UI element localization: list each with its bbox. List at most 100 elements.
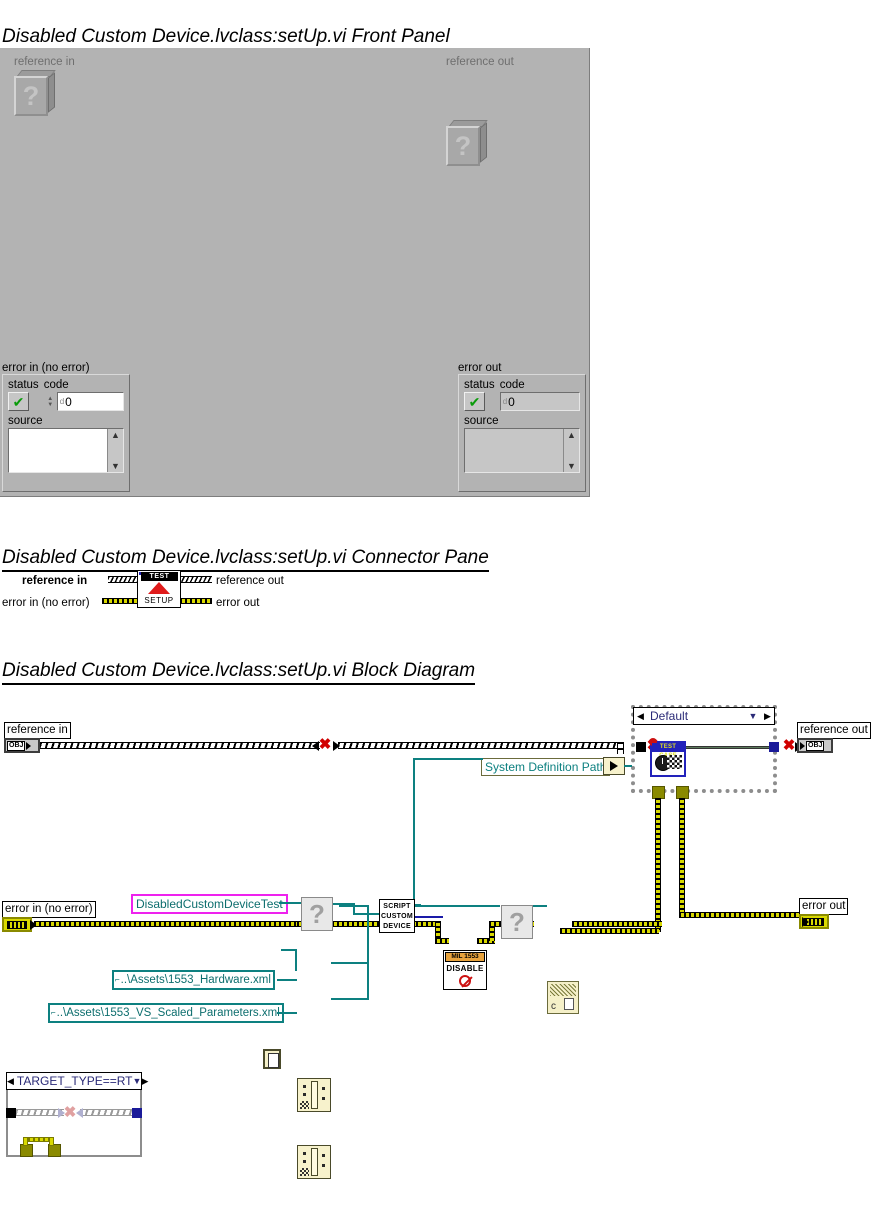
code-digital-glyph: d (59, 397, 65, 406)
bd-bundle-node-2[interactable] (297, 1145, 331, 1179)
bundle-dot (303, 1152, 306, 1155)
error-in-code-spinner[interactable]: ▲ ▼ (44, 392, 57, 411)
error-out-source-label: source (464, 415, 499, 427)
cond-dropdown-arrow-icon[interactable]: ▼ (133, 1076, 142, 1086)
connector-pane-section-title: Disabled Custom Device.lvclass:setUp.vi … (2, 547, 489, 572)
bd-placeholder-subvi-1[interactable]: ? (301, 897, 333, 931)
bd-bundle-wire-1 (331, 962, 369, 964)
cond-prev-arrow-icon[interactable]: ◀ (7, 1076, 14, 1087)
bd-case-selector[interactable]: ◀ Default ▼ ▶ (633, 707, 775, 725)
error-in-code-field[interactable]: d 0 (56, 392, 124, 411)
bd-path-wire-1 (277, 979, 297, 981)
bd-case-input-tunnel[interactable] (636, 742, 646, 752)
bundle-dot (322, 1154, 325, 1157)
connector-pane-canvas: reference in reference out error in (no … (0, 570, 420, 617)
bd-reference-in-label: reference in (4, 722, 71, 739)
test-case-header-label: TEST CASE (652, 743, 684, 759)
cp-error-in-label: error in (no error) (2, 597, 90, 609)
case-dropdown-arrow-icon[interactable]: ▼ (745, 711, 761, 721)
fp-reference-out-label: reference out (446, 56, 514, 68)
path-glyph-icon: ⌐ (51, 1008, 56, 1017)
file-node-letter: c (551, 1001, 556, 1012)
error-out-status-led: ✔ (464, 392, 485, 411)
bd-object-wire-drop (617, 742, 624, 754)
cp-reference-in-label: reference in (22, 575, 88, 587)
bd-object-wire-2 (338, 742, 621, 749)
bd-property-node[interactable] (603, 757, 625, 775)
case-prev-arrow-icon[interactable]: ◀ (634, 711, 647, 722)
refnum-question-glyph: ? (454, 130, 472, 161)
fp-reference-out-refnum[interactable]: ? (446, 118, 490, 168)
cp-error-in-wire (102, 598, 138, 604)
bd-build-path-node[interactable] (263, 1049, 281, 1069)
cube-side-face (480, 122, 487, 163)
bd-conditional-disable-selector[interactable]: ◀ TARGET_TYPE==RT ▼ ▶ (6, 1072, 148, 1090)
bd-reference-in-terminal[interactable]: OBJ (4, 738, 40, 753)
bd-error-wire-v2 (679, 798, 685, 916)
path-page-icon (268, 1053, 279, 1068)
page-icon (564, 998, 574, 1010)
script-node-line3: DEVICE (383, 923, 411, 930)
cp-vi-icon[interactable]: TEST SETUP (137, 570, 181, 608)
bd-placeholder-subvi-2[interactable]: ? (501, 905, 533, 939)
bd-error-in-terminal[interactable] (2, 917, 32, 932)
refnum-question-glyph: ? (22, 80, 40, 111)
bd-break-point-icon-3: ✖ (782, 737, 796, 754)
terminal-arrow-icon (800, 741, 805, 750)
bundle-dot (322, 1097, 325, 1100)
bundle-dot (303, 1160, 306, 1163)
path-constant-2-value: ..\Assets\1553_VS_Scaled_Parameters.xml (56, 1007, 280, 1019)
bd-blue-wire (415, 916, 443, 918)
case-next-arrow-icon[interactable]: ▶ (761, 711, 774, 722)
bundle-bar (311, 1148, 318, 1176)
terminal-arrow-icon (26, 741, 32, 750)
cond-next-arrow-icon[interactable]: ▶ (141, 1076, 148, 1087)
mil-node-label: DISABLE (446, 964, 484, 973)
bd-path-constant-2[interactable]: ⌐ ..\Assets\1553_VS_Scaled_Parameters.xm… (48, 1003, 284, 1023)
bd-reference-out-terminal[interactable]: OBJ (797, 738, 833, 753)
cp-reference-in-wire (108, 576, 138, 583)
fp-error-out-cluster[interactable]: status ✔ code d 0 source ▲ ▼ (458, 374, 586, 492)
bd-case-output-tunnel[interactable] (769, 742, 779, 752)
bd-file-operation-node[interactable]: c (547, 981, 579, 1014)
bd-bundle-wire-2 (331, 998, 369, 1000)
bd-object-wire-1 (40, 742, 320, 749)
error-out-source-scrollbar[interactable]: ▲ ▼ (563, 429, 579, 472)
bd-mil1553-disable-node[interactable]: MIL 1553 DISABLE (443, 950, 487, 990)
bd-cond-error-corner-2 (49, 1137, 54, 1146)
bd-bundle-node-1[interactable] (297, 1078, 331, 1112)
conditional-disable-selector-value: TARGET_TYPE==RT (16, 1074, 133, 1088)
error-in-code-value: 0 (65, 394, 72, 409)
error-out-code-label: code (499, 379, 525, 391)
bd-test-case-subvi[interactable]: TEST CASE (649, 738, 686, 777)
bd-string-wire (279, 902, 301, 904)
bundle-checker-icon (300, 1101, 309, 1109)
obj-chip-label: OBJ (7, 740, 26, 751)
fp-error-in-cluster[interactable]: status ✔ code ▲ ▼ d 0 source ▲ ▼ (2, 374, 130, 492)
script-node-line2: CUSTOM (381, 913, 414, 920)
code-digital-glyph: d (502, 397, 508, 406)
bd-error-in-label: error in (no error) (2, 901, 96, 918)
cube-side-face (48, 72, 55, 113)
red-triangle-icon (148, 582, 170, 594)
error-in-source-field[interactable]: ▲ ▼ (8, 428, 124, 473)
bd-cond-input-tunnel[interactable] (6, 1108, 16, 1118)
disable-prohibition-icon (459, 975, 471, 987)
file-node-glyph-icon (550, 984, 576, 996)
bd-cond-output-tunnel[interactable] (132, 1108, 142, 1118)
bd-string-constant[interactable]: DisabledCustomDeviceTest (131, 894, 288, 914)
bd-error-out-label: error out (799, 898, 849, 915)
fp-reference-in-refnum[interactable]: ? (14, 68, 58, 118)
path-constant-1-value: ..\Assets\1553_Hardware.xml (120, 974, 271, 986)
cp-reference-out-label: reference out (216, 575, 284, 587)
bd-script-custom-device-node[interactable]: SCRIPT CUSTOM DEVICE (379, 899, 415, 933)
path-glyph-icon: ⌐ (115, 975, 120, 984)
bundle-dot (303, 1085, 306, 1088)
bundle-checker-icon (300, 1168, 309, 1176)
bd-path-constant-1[interactable]: ⌐ ..\Assets\1553_Hardware.xml (112, 970, 275, 990)
error-in-source-scrollbar[interactable]: ▲ ▼ (107, 429, 123, 472)
error-out-code-field: d 0 (499, 392, 580, 411)
error-out-source-field: ▲ ▼ (464, 428, 580, 473)
cp-error-out-label: error out (216, 597, 260, 609)
error-in-status-led[interactable]: ✔ (8, 392, 29, 411)
